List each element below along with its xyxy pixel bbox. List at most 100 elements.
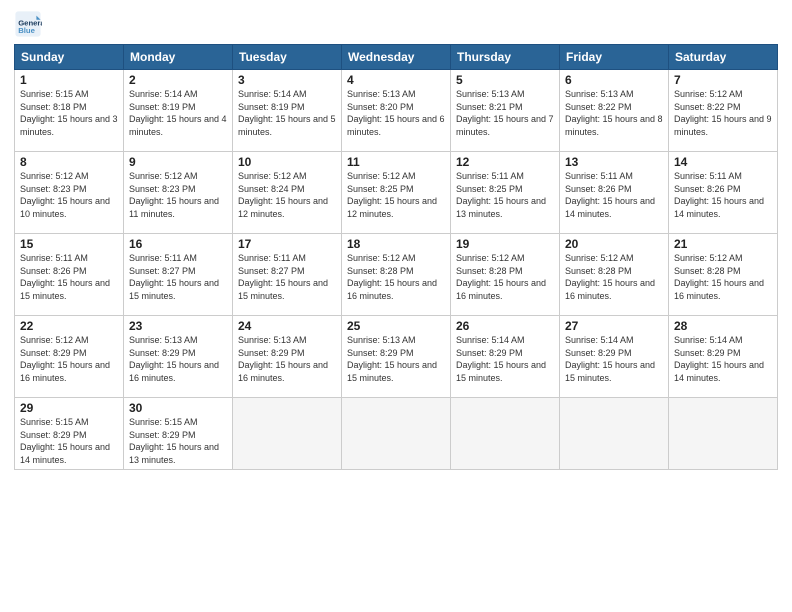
calendar-cell <box>560 398 669 470</box>
day-info: Sunrise: 5:14 AM Sunset: 8:29 PM Dayligh… <box>456 334 554 384</box>
calendar-cell: 16 Sunrise: 5:11 AM Sunset: 8:27 PM Dayl… <box>124 234 233 316</box>
calendar-cell: 22 Sunrise: 5:12 AM Sunset: 8:29 PM Dayl… <box>15 316 124 398</box>
day-info: Sunrise: 5:12 AM Sunset: 8:28 PM Dayligh… <box>456 252 554 302</box>
day-info: Sunrise: 5:12 AM Sunset: 8:24 PM Dayligh… <box>238 170 336 220</box>
calendar-week-row: 15 Sunrise: 5:11 AM Sunset: 8:26 PM Dayl… <box>15 234 778 316</box>
day-info: Sunrise: 5:13 AM Sunset: 8:21 PM Dayligh… <box>456 88 554 138</box>
day-number: 17 <box>238 237 336 251</box>
calendar-cell: 15 Sunrise: 5:11 AM Sunset: 8:26 PM Dayl… <box>15 234 124 316</box>
day-number: 5 <box>456 73 554 87</box>
calendar-cell: 24 Sunrise: 5:13 AM Sunset: 8:29 PM Dayl… <box>233 316 342 398</box>
calendar-cell: 1 Sunrise: 5:15 AM Sunset: 8:18 PM Dayli… <box>15 70 124 152</box>
calendar-cell: 6 Sunrise: 5:13 AM Sunset: 8:22 PM Dayli… <box>560 70 669 152</box>
day-number: 1 <box>20 73 118 87</box>
day-number: 25 <box>347 319 445 333</box>
day-number: 3 <box>238 73 336 87</box>
day-info: Sunrise: 5:13 AM Sunset: 8:29 PM Dayligh… <box>129 334 227 384</box>
day-info: Sunrise: 5:14 AM Sunset: 8:29 PM Dayligh… <box>674 334 772 384</box>
day-info: Sunrise: 5:14 AM Sunset: 8:29 PM Dayligh… <box>565 334 663 384</box>
calendar-cell: 5 Sunrise: 5:13 AM Sunset: 8:21 PM Dayli… <box>451 70 560 152</box>
day-info: Sunrise: 5:14 AM Sunset: 8:19 PM Dayligh… <box>129 88 227 138</box>
day-info: Sunrise: 5:12 AM Sunset: 8:29 PM Dayligh… <box>20 334 118 384</box>
day-number: 30 <box>129 401 227 415</box>
day-number: 19 <box>456 237 554 251</box>
calendar-cell: 3 Sunrise: 5:14 AM Sunset: 8:19 PM Dayli… <box>233 70 342 152</box>
calendar-cell: 27 Sunrise: 5:14 AM Sunset: 8:29 PM Dayl… <box>560 316 669 398</box>
calendar-cell: 9 Sunrise: 5:12 AM Sunset: 8:23 PM Dayli… <box>124 152 233 234</box>
day-number: 16 <box>129 237 227 251</box>
day-number: 15 <box>20 237 118 251</box>
day-number: 9 <box>129 155 227 169</box>
calendar-cell: 10 Sunrise: 5:12 AM Sunset: 8:24 PM Dayl… <box>233 152 342 234</box>
day-number: 2 <box>129 73 227 87</box>
calendar-cell: 4 Sunrise: 5:13 AM Sunset: 8:20 PM Dayli… <box>342 70 451 152</box>
day-info: Sunrise: 5:11 AM Sunset: 8:25 PM Dayligh… <box>456 170 554 220</box>
day-info: Sunrise: 5:11 AM Sunset: 8:26 PM Dayligh… <box>674 170 772 220</box>
calendar-cell: 23 Sunrise: 5:13 AM Sunset: 8:29 PM Dayl… <box>124 316 233 398</box>
day-info: Sunrise: 5:12 AM Sunset: 8:25 PM Dayligh… <box>347 170 445 220</box>
calendar-cell <box>669 398 778 470</box>
day-number: 14 <box>674 155 772 169</box>
calendar-cell: 7 Sunrise: 5:12 AM Sunset: 8:22 PM Dayli… <box>669 70 778 152</box>
calendar-cell: 11 Sunrise: 5:12 AM Sunset: 8:25 PM Dayl… <box>342 152 451 234</box>
day-info: Sunrise: 5:12 AM Sunset: 8:23 PM Dayligh… <box>129 170 227 220</box>
logo-icon: General Blue <box>14 10 42 38</box>
calendar-cell: 8 Sunrise: 5:12 AM Sunset: 8:23 PM Dayli… <box>15 152 124 234</box>
page: General Blue Sunday Monday Tuesday Wedne… <box>0 0 792 612</box>
day-number: 4 <box>347 73 445 87</box>
day-info: Sunrise: 5:15 AM Sunset: 8:18 PM Dayligh… <box>20 88 118 138</box>
day-info: Sunrise: 5:13 AM Sunset: 8:20 PM Dayligh… <box>347 88 445 138</box>
day-info: Sunrise: 5:14 AM Sunset: 8:19 PM Dayligh… <box>238 88 336 138</box>
day-number: 18 <box>347 237 445 251</box>
col-saturday: Saturday <box>669 45 778 70</box>
day-number: 27 <box>565 319 663 333</box>
calendar-week-row: 29 Sunrise: 5:15 AM Sunset: 8:29 PM Dayl… <box>15 398 778 470</box>
calendar-header-row: Sunday Monday Tuesday Wednesday Thursday… <box>15 45 778 70</box>
calendar-cell: 25 Sunrise: 5:13 AM Sunset: 8:29 PM Dayl… <box>342 316 451 398</box>
day-info: Sunrise: 5:11 AM Sunset: 8:26 PM Dayligh… <box>20 252 118 302</box>
calendar-cell: 2 Sunrise: 5:14 AM Sunset: 8:19 PM Dayli… <box>124 70 233 152</box>
calendar-cell <box>233 398 342 470</box>
calendar-cell: 21 Sunrise: 5:12 AM Sunset: 8:28 PM Dayl… <box>669 234 778 316</box>
col-tuesday: Tuesday <box>233 45 342 70</box>
day-number: 10 <box>238 155 336 169</box>
day-info: Sunrise: 5:11 AM Sunset: 8:27 PM Dayligh… <box>238 252 336 302</box>
day-number: 8 <box>20 155 118 169</box>
calendar-cell: 18 Sunrise: 5:12 AM Sunset: 8:28 PM Dayl… <box>342 234 451 316</box>
day-number: 23 <box>129 319 227 333</box>
calendar-cell: 20 Sunrise: 5:12 AM Sunset: 8:28 PM Dayl… <box>560 234 669 316</box>
day-number: 13 <box>565 155 663 169</box>
day-info: Sunrise: 5:12 AM Sunset: 8:23 PM Dayligh… <box>20 170 118 220</box>
calendar-week-row: 22 Sunrise: 5:12 AM Sunset: 8:29 PM Dayl… <box>15 316 778 398</box>
header: General Blue <box>14 10 778 38</box>
svg-text:Blue: Blue <box>18 26 35 35</box>
col-monday: Monday <box>124 45 233 70</box>
day-info: Sunrise: 5:15 AM Sunset: 8:29 PM Dayligh… <box>129 416 227 466</box>
logo: General Blue <box>14 10 46 38</box>
calendar-week-row: 1 Sunrise: 5:15 AM Sunset: 8:18 PM Dayli… <box>15 70 778 152</box>
day-info: Sunrise: 5:12 AM Sunset: 8:22 PM Dayligh… <box>674 88 772 138</box>
calendar: Sunday Monday Tuesday Wednesday Thursday… <box>14 44 778 470</box>
col-wednesday: Wednesday <box>342 45 451 70</box>
day-number: 20 <box>565 237 663 251</box>
day-info: Sunrise: 5:13 AM Sunset: 8:29 PM Dayligh… <box>347 334 445 384</box>
day-number: 7 <box>674 73 772 87</box>
day-number: 6 <box>565 73 663 87</box>
calendar-cell: 26 Sunrise: 5:14 AM Sunset: 8:29 PM Dayl… <box>451 316 560 398</box>
col-sunday: Sunday <box>15 45 124 70</box>
calendar-cell: 12 Sunrise: 5:11 AM Sunset: 8:25 PM Dayl… <box>451 152 560 234</box>
day-number: 21 <box>674 237 772 251</box>
day-number: 22 <box>20 319 118 333</box>
day-number: 12 <box>456 155 554 169</box>
day-number: 26 <box>456 319 554 333</box>
calendar-cell: 19 Sunrise: 5:12 AM Sunset: 8:28 PM Dayl… <box>451 234 560 316</box>
col-friday: Friday <box>560 45 669 70</box>
day-info: Sunrise: 5:13 AM Sunset: 8:22 PM Dayligh… <box>565 88 663 138</box>
day-number: 11 <box>347 155 445 169</box>
calendar-cell: 28 Sunrise: 5:14 AM Sunset: 8:29 PM Dayl… <box>669 316 778 398</box>
day-info: Sunrise: 5:15 AM Sunset: 8:29 PM Dayligh… <box>20 416 118 466</box>
day-info: Sunrise: 5:11 AM Sunset: 8:26 PM Dayligh… <box>565 170 663 220</box>
col-thursday: Thursday <box>451 45 560 70</box>
calendar-cell: 14 Sunrise: 5:11 AM Sunset: 8:26 PM Dayl… <box>669 152 778 234</box>
calendar-week-row: 8 Sunrise: 5:12 AM Sunset: 8:23 PM Dayli… <box>15 152 778 234</box>
